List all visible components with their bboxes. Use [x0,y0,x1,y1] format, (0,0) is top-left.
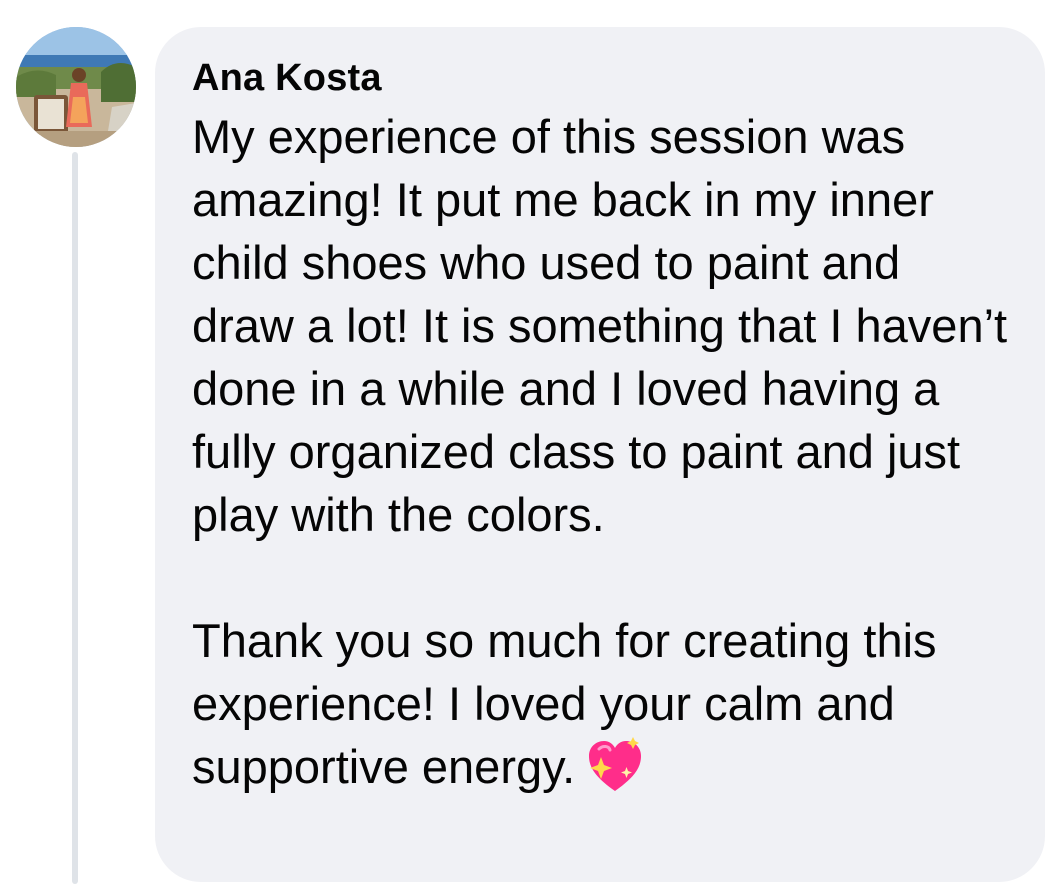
comment-paragraph-2: Thank you so much for creating this expe… [192,614,937,793]
reply-thread-line [72,152,78,884]
avatar-photo [16,27,136,147]
comment-text: My experience of this session was amazin… [192,105,1015,798]
comment-author-name[interactable]: Ana Kosta [192,53,1015,103]
comment-bubble[interactable]: Ana Kosta My experience of this session … [155,27,1045,882]
comment-paragraph-1: My experience of this session was amazin… [192,110,1008,541]
avatar[interactable] [16,27,136,147]
sparkling-heart-icon [585,737,645,795]
